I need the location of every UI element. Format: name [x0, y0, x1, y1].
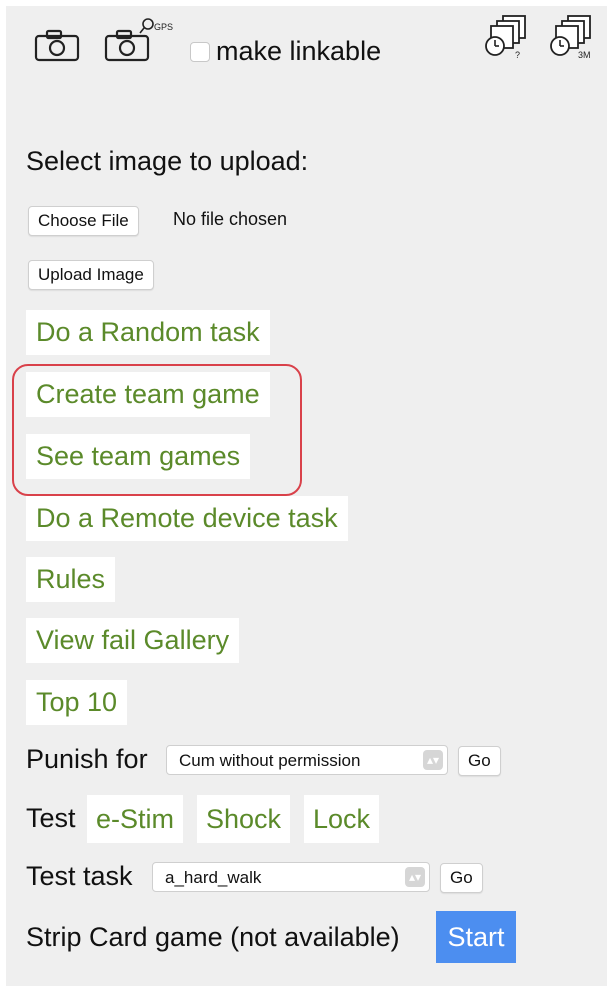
remote-device-task-link[interactable]: Do a Remote device task — [26, 496, 348, 541]
select-arrows-icon: ▴▾ — [423, 750, 443, 770]
no-file-text: No file chosen — [173, 209, 288, 229]
clock-stack-help-icon[interactable]: ? — [483, 14, 535, 65]
punish-label: Punish for — [26, 744, 148, 774]
punish-go-button[interactable]: Go — [458, 746, 501, 776]
make-linkable-checkbox[interactable] — [190, 41, 210, 62]
gps-badge: GPS — [154, 22, 173, 32]
random-task-link[interactable]: Do a Random task — [26, 310, 270, 355]
test-task-label: Test task — [26, 861, 133, 891]
upload-heading: Select image to upload: — [26, 146, 309, 176]
3m-badge: 3M — [578, 50, 591, 60]
help-badge: ? — [515, 50, 520, 60]
select-arrows-icon: ▴▾ — [405, 867, 425, 887]
test-task-select[interactable]: a_hard_walk ▴▾ — [152, 862, 430, 892]
choose-file-button[interactable]: Choose File — [28, 206, 139, 236]
camera-icon[interactable] — [34, 28, 82, 67]
upload-image-button[interactable]: Upload Image — [28, 260, 154, 290]
clock-stack-3m-icon[interactable]: 3M — [548, 14, 604, 65]
highlight-box — [12, 364, 302, 496]
test-task-go-button[interactable]: Go — [440, 863, 483, 893]
make-linkable-toggle[interactable]: make linkable — [190, 36, 381, 67]
shock-test-button[interactable]: Shock — [197, 795, 291, 843]
punish-selected-value: Cum without permission — [179, 751, 361, 770]
top-10-link[interactable]: Top 10 — [26, 680, 128, 725]
make-linkable-label: make linkable — [216, 36, 382, 66]
estim-test-button[interactable]: e-Stim — [87, 795, 184, 843]
test-task-selected-value: a_hard_walk — [165, 868, 262, 887]
start-button[interactable]: Start — [436, 911, 516, 963]
test-label: Test — [26, 803, 76, 833]
fail-gallery-link[interactable]: View fail Gallery — [26, 618, 240, 663]
camera-gps-icon[interactable]: GPS — [104, 14, 174, 69]
strip-card-label: Strip Card game (not available) — [26, 922, 400, 952]
punish-select[interactable]: Cum without permission ▴▾ — [166, 745, 448, 775]
lock-test-button[interactable]: Lock — [304, 795, 380, 843]
rules-link[interactable]: Rules — [26, 557, 116, 602]
